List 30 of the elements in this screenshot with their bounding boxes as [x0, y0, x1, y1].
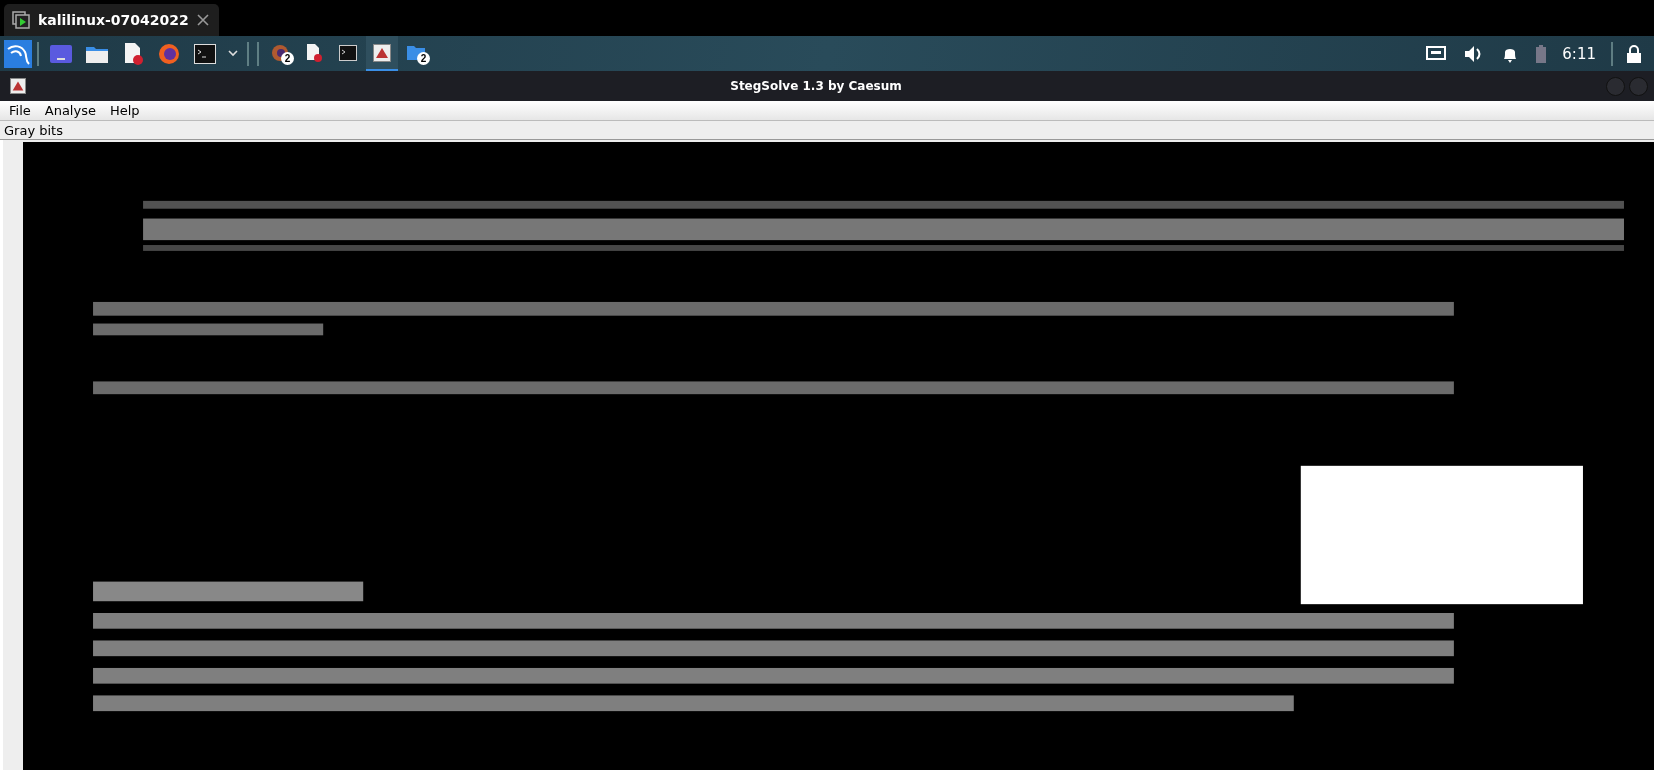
count-badge: 2: [281, 52, 294, 65]
task-button[interactable]: [366, 36, 398, 71]
document-icon: [306, 43, 322, 62]
battery-icon[interactable]: [1536, 44, 1547, 63]
caret-icon: [228, 50, 238, 57]
close-icon[interactable]: [196, 14, 209, 26]
network-icon[interactable]: [1426, 45, 1447, 62]
terminal-icon: [194, 43, 216, 64]
terminal-icon: [339, 44, 357, 61]
folder-icon: [86, 44, 108, 63]
menu-item[interactable]: Analyse: [44, 103, 96, 118]
browser-icon: [158, 42, 180, 65]
view-label: Gray bits: [4, 122, 63, 138]
app-icon: [10, 78, 26, 94]
launcher-button[interactable]: [4, 39, 32, 68]
vm-tab[interactable]: kalilinux-07042022: [4, 4, 219, 36]
vm-tab-title: kalilinux-07042022: [38, 12, 189, 28]
task-button[interactable]: 2: [400, 36, 432, 71]
folder-icon: [407, 45, 425, 60]
app-icon: [373, 43, 391, 62]
lock-icon[interactable]: [1626, 44, 1642, 63]
count-badge: 2: [417, 52, 430, 65]
clock[interactable]: 6:11: [1562, 44, 1596, 63]
document-icon: [123, 42, 143, 65]
menu-item[interactable]: File: [9, 103, 31, 118]
vm-icon: [12, 11, 30, 29]
task-button[interactable]: 2: [264, 36, 296, 71]
desktop-icon: [50, 44, 72, 63]
menu-item[interactable]: Help: [109, 103, 140, 118]
window-title: StegSolve 1.3 by Caesum: [729, 79, 903, 93]
